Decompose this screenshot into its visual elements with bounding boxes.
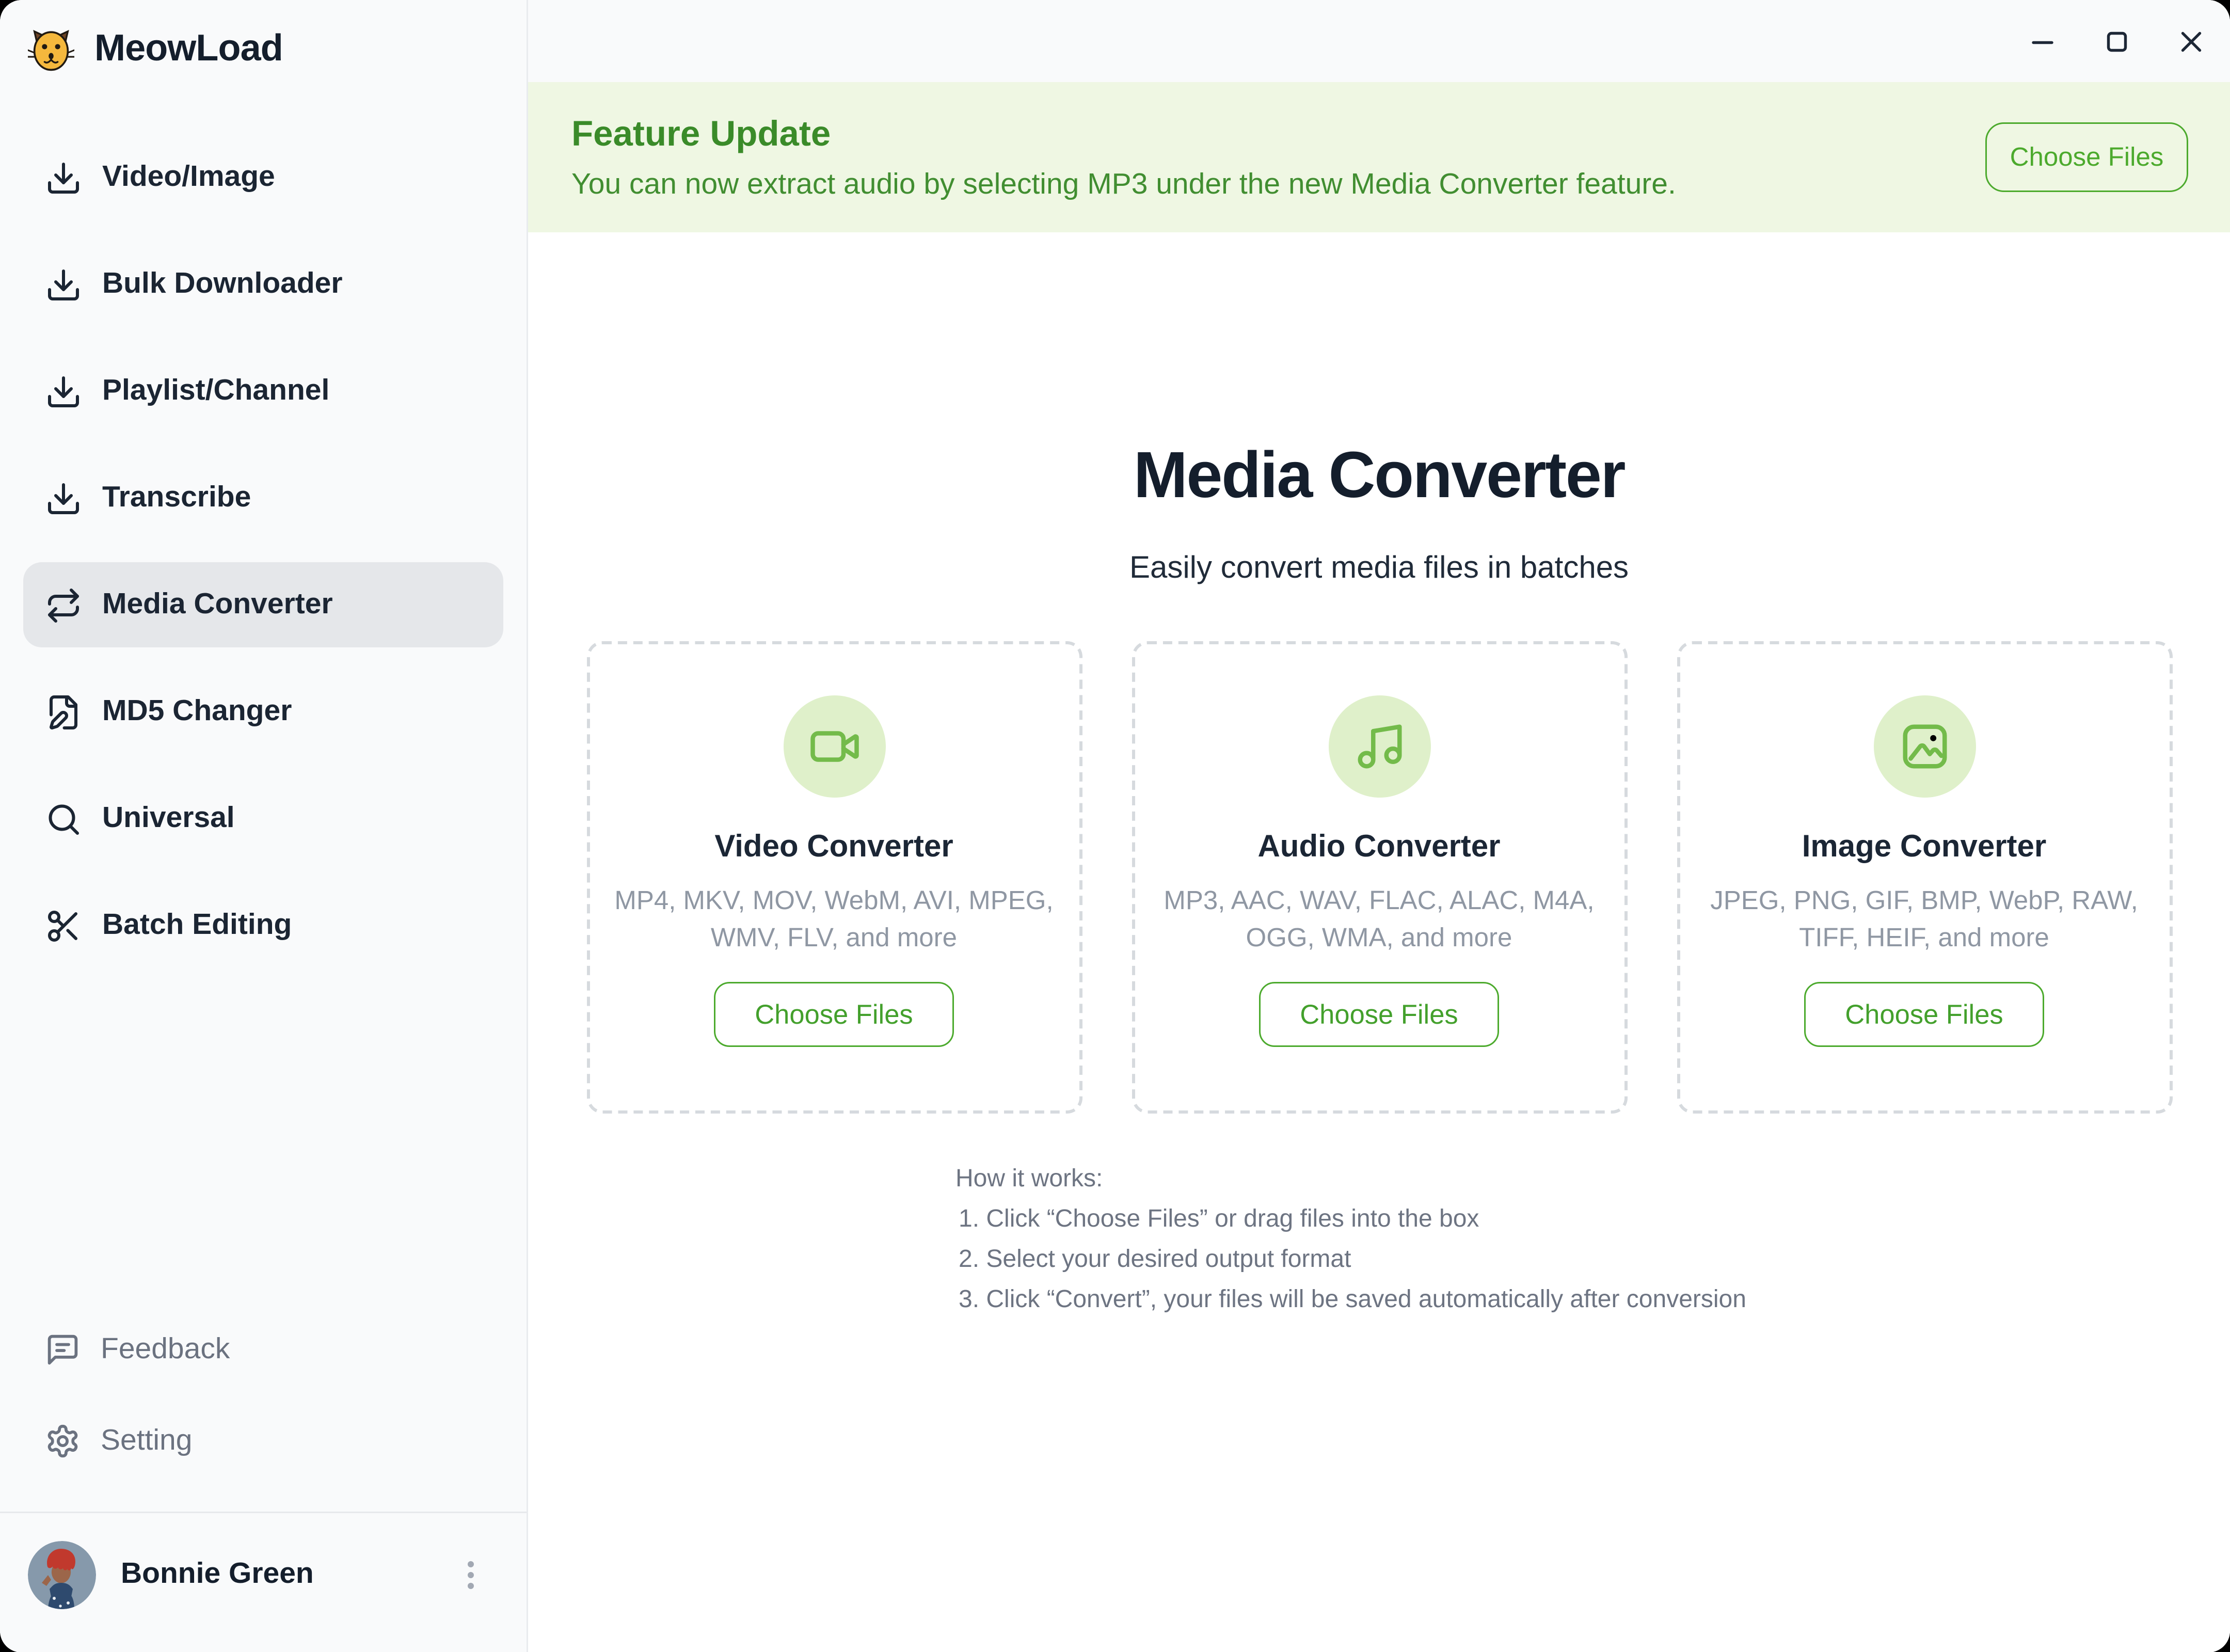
card-title: Audio Converter: [1257, 830, 1500, 866]
video-icon-circle: [783, 695, 885, 798]
app-logo-row: MeowLoad: [0, 0, 527, 82]
window-titlebar: [528, 0, 2230, 82]
image-choose-files-button[interactable]: Choose Files: [1805, 982, 2043, 1047]
card-title: Video Converter: [714, 830, 953, 866]
avatar: [28, 1540, 96, 1609]
how-it-works-step: 1. Click “Choose Files” or drag files in…: [959, 1200, 1746, 1241]
sidebar-footer: Feedback Setting: [0, 1313, 527, 1652]
sidebar-item-label: Feedback: [101, 1333, 230, 1367]
cat-logo-icon: [28, 26, 74, 73]
user-name: Bonnie Green: [121, 1558, 314, 1592]
banner-title: Feature Update: [571, 113, 1676, 154]
download-icon: [45, 159, 82, 196]
sidebar-item-feedback[interactable]: Feedback: [23, 1313, 503, 1387]
sidebar: MeowLoad Video/Image Bulk Downloader Pla…: [0, 0, 528, 1652]
sidebar-item-label: Bulk Downloader: [102, 267, 343, 301]
card-formats: MP3, AAC, WAV, FLAC, ALAC, M4A, OGG, WMA…: [1164, 883, 1594, 957]
converter-cards: Video Converter MP4, MKV, MOV, WebM, AVI…: [586, 641, 2172, 1114]
minimize-button[interactable]: [2029, 27, 2057, 55]
page-title: Media Converter: [1134, 438, 1624, 513]
how-it-works-step: 3. Click “Convert”, your files will be s…: [959, 1281, 1746, 1321]
card-formats: JPEG, PNG, GIF, BMP, WebP, RAW, TIFF, HE…: [1710, 883, 2138, 957]
main-area: Feature Update You can now extract audio…: [528, 0, 2230, 1652]
sidebar-item-label: MD5 Changer: [102, 695, 292, 729]
sidebar-item-label: Video/Image: [102, 161, 275, 195]
video-converter-card[interactable]: Video Converter MP4, MKV, MOV, WebM, AVI…: [586, 641, 1082, 1114]
scissors-icon: [45, 907, 82, 944]
page-subtitle: Easily convert media files in batches: [1129, 551, 1629, 587]
media-converter-page: Media Converter Easily convert media fil…: [528, 232, 2230, 1652]
how-it-works-heading: How it works:: [955, 1160, 1746, 1200]
download-icon: [45, 373, 82, 410]
music-note-icon: [1353, 720, 1406, 773]
banner-message: You can now extract audio by selecting M…: [571, 168, 1676, 202]
sidebar-item-label: Batch Editing: [102, 909, 292, 943]
sidebar-item-playlist-channel[interactable]: Playlist/Channel: [23, 348, 503, 434]
sidebar-item-universal[interactable]: Universal: [23, 776, 503, 861]
repeat-icon: [45, 586, 82, 624]
how-it-works: How it works: 1. Click “Choose Files” or…: [955, 1160, 1746, 1321]
video-camera-icon: [808, 720, 861, 773]
close-icon: [2179, 29, 2204, 54]
sidebar-item-bulk-downloader[interactable]: Bulk Downloader: [23, 242, 503, 327]
minimize-icon: [2030, 29, 2055, 54]
image-icon-circle: [1873, 695, 1976, 798]
feedback-bubble-icon: [45, 1332, 81, 1368]
sidebar-item-label: Media Converter: [102, 588, 333, 622]
sidebar-item-video-image[interactable]: Video/Image: [23, 135, 503, 220]
app-window: MeowLoad Video/Image Bulk Downloader Pla…: [0, 0, 2230, 1652]
user-profile-row[interactable]: Bonnie Green: [0, 1513, 527, 1652]
sidebar-item-label: Transcribe: [102, 481, 251, 515]
banner-text: Feature Update You can now extract audio…: [571, 113, 1676, 202]
card-formats: MP4, MKV, MOV, WebM, AVI, MPEG, WMV, FLV…: [614, 883, 1053, 957]
sidebar-item-label: Universal: [102, 802, 235, 836]
sidebar-item-label: Playlist/Channel: [102, 374, 329, 408]
sidebar-item-batch-editing[interactable]: Batch Editing: [23, 883, 503, 968]
sidebar-item-transcribe[interactable]: Transcribe: [23, 455, 503, 541]
sidebar-item-setting[interactable]: Setting: [23, 1404, 503, 1479]
video-choose-files-button[interactable]: Choose Files: [714, 982, 953, 1047]
sidebar-item-media-converter[interactable]: Media Converter: [23, 562, 503, 647]
maximize-icon: [2105, 29, 2129, 54]
app-title: MeowLoad: [94, 28, 283, 71]
close-button[interactable]: [2177, 27, 2205, 55]
image-converter-card[interactable]: Image Converter JPEG, PNG, GIF, BMP, Web…: [1677, 641, 2172, 1114]
picture-icon: [1898, 720, 1951, 773]
banner-choose-files-button[interactable]: Choose Files: [1985, 122, 2188, 192]
sidebar-nav: Video/Image Bulk Downloader Playlist/Cha…: [0, 135, 527, 968]
sidebar-item-label: Setting: [101, 1424, 192, 1458]
audio-converter-card[interactable]: Audio Converter MP3, AAC, WAV, FLAC, ALA…: [1132, 641, 1627, 1114]
audio-choose-files-button[interactable]: Choose Files: [1260, 982, 1498, 1047]
download-icon: [45, 266, 82, 303]
file-pen-icon: [45, 693, 82, 730]
sidebar-item-md5-changer[interactable]: MD5 Changer: [23, 669, 503, 754]
card-title: Image Converter: [1802, 830, 2047, 866]
user-menu-kebab-icon[interactable]: [461, 1554, 480, 1595]
feature-update-banner: Feature Update You can now extract audio…: [528, 82, 2230, 232]
gear-icon: [45, 1423, 81, 1459]
how-it-works-step: 2. Select your desired output format: [959, 1241, 1746, 1281]
download-icon: [45, 480, 82, 517]
search-icon: [45, 800, 82, 837]
maximize-button[interactable]: [2103, 27, 2131, 55]
audio-icon-circle: [1328, 695, 1430, 798]
